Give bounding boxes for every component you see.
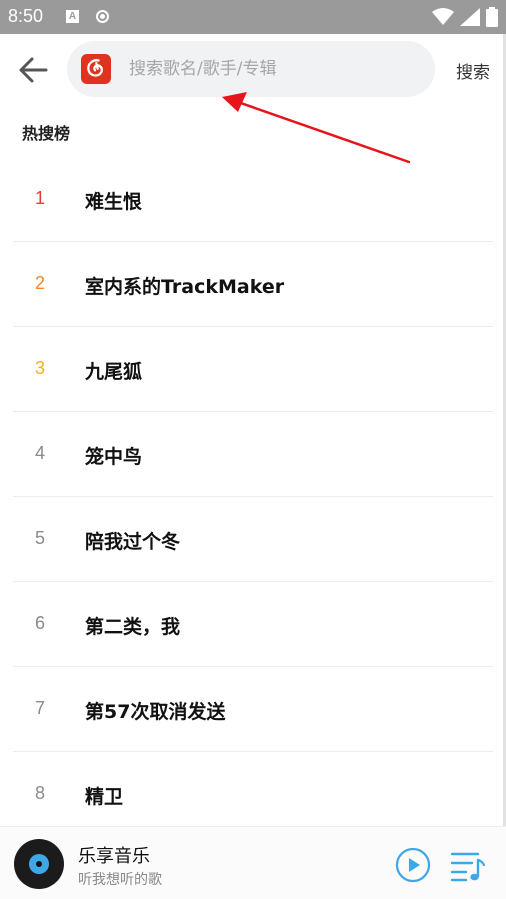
search-input[interactable]: [129, 55, 419, 83]
hot-search-rank: 5: [35, 528, 46, 548]
hot-search-item[interactable]: 2 室内系的TrackMaker: [13, 242, 493, 327]
hot-search-rank: 8: [35, 783, 46, 803]
hot-search-rank: 3: [35, 358, 46, 378]
wifi-icon: [432, 8, 454, 25]
mini-player[interactable]: 乐享音乐 听我想听的歌: [0, 826, 506, 899]
back-button[interactable]: [16, 52, 52, 88]
hot-search-rank: 1: [35, 188, 46, 208]
search-button[interactable]: 搜索: [456, 58, 490, 83]
playlist-icon: [450, 852, 486, 882]
hot-search-rank: 4: [35, 443, 46, 463]
hot-search-item[interactable]: 4 笼中鸟: [13, 412, 493, 497]
play-button[interactable]: [395, 847, 431, 883]
album-disc-icon[interactable]: [14, 839, 64, 889]
hot-search-song-name: 难生恨: [85, 191, 143, 213]
hot-search-item[interactable]: 5 陪我过个冬: [13, 497, 493, 582]
player-subtitle: 听我想听的歌: [78, 872, 162, 888]
a-notification-letter: A: [68, 11, 77, 22]
hot-search-song-name: 九尾狐: [85, 361, 143, 383]
search-box[interactable]: [67, 41, 435, 97]
signal-icon: [460, 8, 480, 26]
netease-music-logo-icon: [81, 54, 111, 84]
hot-search-song-name: 室内系的TrackMaker: [85, 276, 285, 298]
status-bar: 8:50 A: [0, 0, 506, 34]
hot-search-song-name: 精卫: [85, 786, 124, 808]
play-circle-icon: [395, 847, 431, 883]
hot-search-rank: 7: [35, 698, 46, 718]
search-header: 搜索: [0, 34, 506, 104]
hot-search-song-name: 第二类，我: [85, 616, 181, 638]
hot-search-title: 热搜榜: [22, 124, 71, 143]
hot-search-item[interactable]: 7 第57次取消发送: [13, 667, 493, 752]
battery-icon: [486, 7, 498, 27]
hot-search-song-name: 笼中鸟: [85, 446, 143, 468]
record-notification-icon: [96, 10, 109, 23]
hot-search-item[interactable]: 8 精卫: [13, 752, 493, 837]
hot-search-list: 1 难生恨 2 室内系的TrackMaker 3 九尾狐 4 笼中鸟 5 陪我过…: [0, 157, 506, 837]
status-icons: [432, 7, 498, 27]
hot-search-song-name: 第57次取消发送: [85, 701, 226, 723]
hot-search-item[interactable]: 6 第二类，我: [13, 582, 493, 667]
a-notification-icon: A: [66, 10, 79, 23]
hot-search-item[interactable]: 3 九尾狐: [13, 327, 493, 412]
hot-search-item[interactable]: 1 难生恨: [13, 157, 493, 242]
playlist-button[interactable]: [450, 849, 486, 883]
hot-search-rank: 6: [35, 613, 46, 633]
status-time: 8:50: [8, 6, 44, 26]
hot-search-rank: 2: [35, 273, 46, 293]
arrow-left-icon: [19, 57, 48, 83]
player-title: 乐享音乐: [78, 846, 150, 867]
hot-search-song-name: 陪我过个冬: [85, 531, 181, 553]
